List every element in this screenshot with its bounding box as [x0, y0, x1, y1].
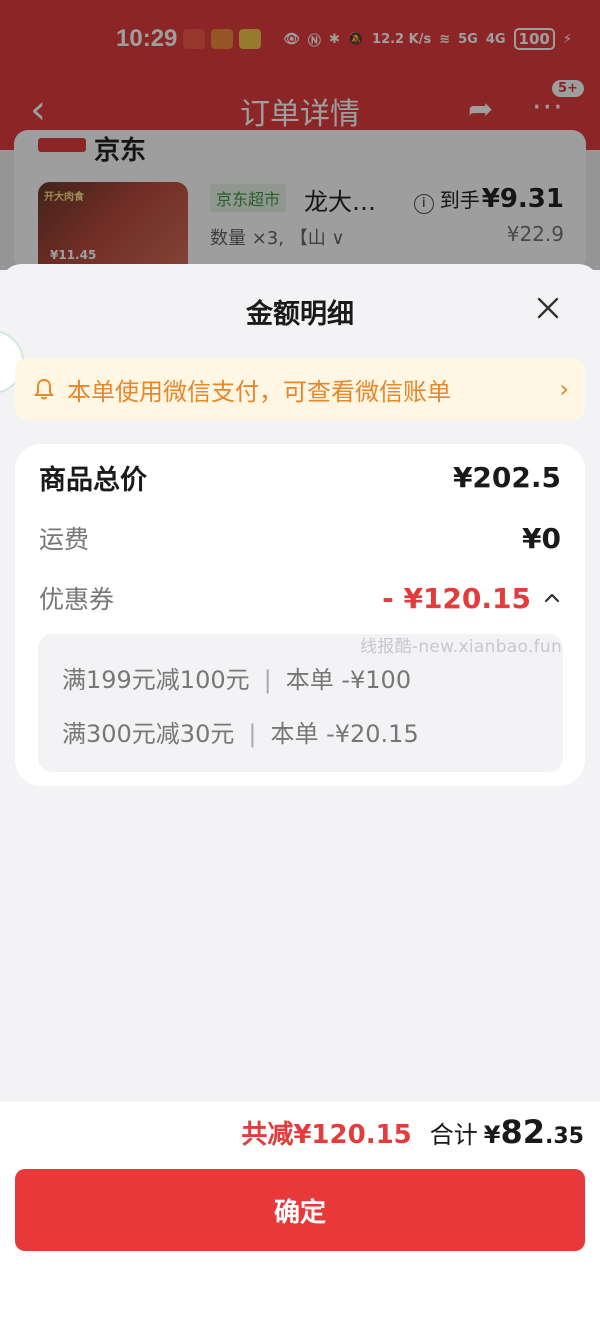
- divider: |: [248, 720, 257, 748]
- shipping-value: ¥0: [522, 521, 561, 555]
- shipping-row: 运费 ¥0: [39, 520, 561, 556]
- total-label: 商品总价: [39, 465, 147, 496]
- amount-detail-card: 商品总价 ¥202.5 运费 ¥0 优惠券 - ¥120.15 满199元减10…: [15, 444, 585, 786]
- sum-integer: 82: [500, 1113, 546, 1151]
- total-value: ¥202.5: [452, 461, 561, 494]
- sum-label: 合计: [429, 1121, 478, 1149]
- sum-decimal: .35: [545, 1124, 584, 1149]
- payment-summary: 共减¥120.15 合计 ¥ 82 .35: [241, 1113, 584, 1151]
- discount-total: 共减¥120.15: [241, 1120, 412, 1150]
- wechat-pay-notice[interactable]: 本单使用微信支付，可查看微信账单 ›: [15, 358, 585, 420]
- coupon-row[interactable]: 优惠券 - ¥120.15: [39, 580, 561, 616]
- shipping-label: 运费: [39, 525, 90, 554]
- chevron-up-icon: [544, 593, 560, 603]
- coupon-detail: 本单 -¥100: [285, 666, 412, 694]
- coupon-detail: 本单 -¥20.15: [270, 720, 419, 748]
- bell-icon: [34, 378, 54, 400]
- coupon-value: - ¥120.15: [382, 581, 531, 615]
- confirm-button[interactable]: 确定: [15, 1169, 585, 1251]
- coupon-item: 满199元减100元 | 本单 -¥100: [62, 660, 411, 695]
- coupon-value-group[interactable]: - ¥120.15: [382, 582, 561, 615]
- sum-currency: ¥: [483, 1121, 501, 1149]
- chevron-right-icon: ›: [559, 375, 569, 403]
- total-row: 商品总价 ¥202.5: [39, 458, 561, 497]
- coupon-label: 优惠券: [39, 585, 115, 614]
- notice-text: 本单使用微信支付，可查看微信账单: [67, 377, 451, 406]
- modal-overlay[interactable]: [0, 0, 600, 270]
- sheet-title: 金额明细: [246, 299, 354, 330]
- divider: |: [263, 666, 272, 694]
- watermark: 线报酷-new.xianbao.fun: [360, 637, 563, 657]
- close-icon[interactable]: [532, 292, 564, 324]
- coupon-rule: 满300元减30元: [62, 720, 235, 748]
- coupon-rule: 满199元减100元: [62, 666, 250, 694]
- sheet-footer: 共减¥120.15 合计 ¥ 82 .35 确定: [0, 1100, 600, 1320]
- amount-detail-sheet: 金额明细 本单使用微信支付，可查看微信账单 › 商品总价 ¥202.5 运费 ¥…: [0, 264, 600, 1320]
- coupon-item: 满300元减30元 | 本单 -¥20.15: [62, 714, 419, 749]
